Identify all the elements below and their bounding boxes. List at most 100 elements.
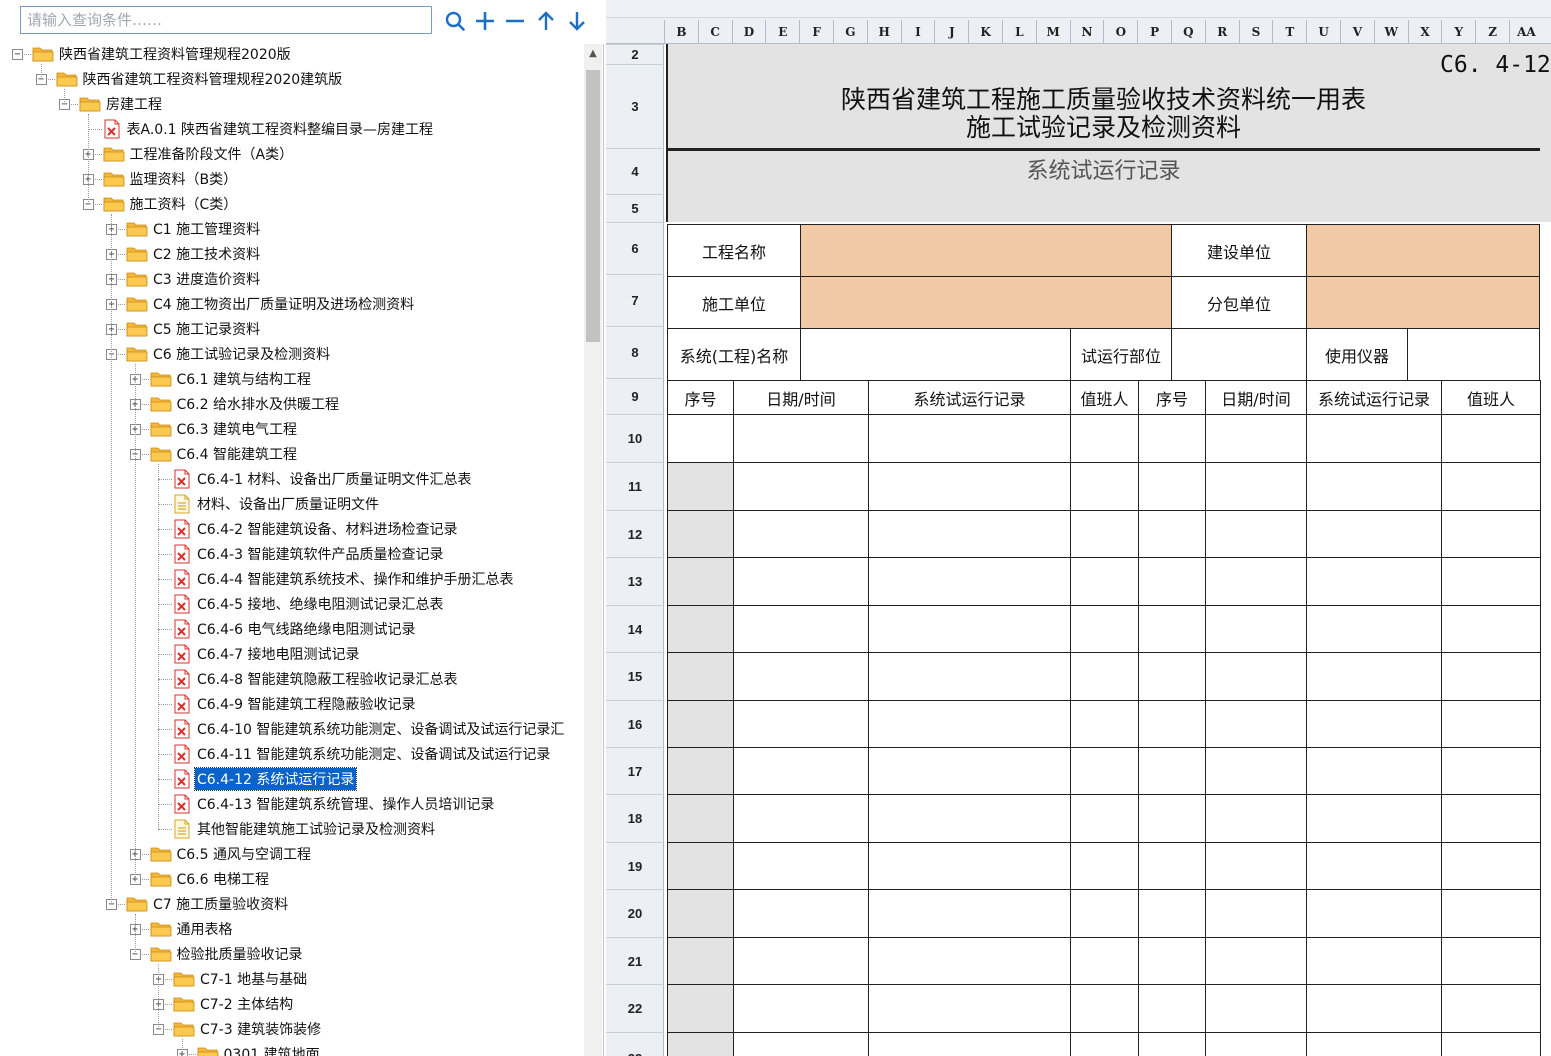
table-cell[interactable] <box>667 794 734 843</box>
column-header-cell[interactable]: Q <box>1171 20 1205 44</box>
column-header-cell[interactable]: T <box>1272 20 1306 44</box>
table-cell[interactable] <box>1070 462 1139 511</box>
column-header-cell[interactable]: G <box>833 20 867 44</box>
row-header-cell[interactable]: 20 <box>606 889 664 937</box>
tree-form-item[interactable]: C6.4-4 智能建筑系统技术、操作和维护手册汇总表 <box>173 567 515 591</box>
table-cell[interactable] <box>733 652 869 701</box>
table-cell[interactable] <box>1306 605 1442 653</box>
table-cell[interactable] <box>733 605 869 653</box>
row-header-cell[interactable]: 6 <box>606 222 664 274</box>
column-header-cell[interactable]: X <box>1407 20 1442 44</box>
table-cell[interactable] <box>868 794 1071 843</box>
table-cell[interactable] <box>1306 984 1442 1033</box>
construction-unit-field[interactable] <box>1306 224 1540 277</box>
table-cell[interactable] <box>1138 510 1206 558</box>
table-cell[interactable] <box>733 984 869 1033</box>
table-cell[interactable] <box>1205 842 1307 890</box>
table-cell[interactable] <box>868 984 1071 1033</box>
table-cell[interactable] <box>1070 747 1139 795</box>
table-cell[interactable] <box>1441 414 1541 463</box>
builder-field[interactable] <box>800 276 1172 329</box>
instrument-field[interactable] <box>1407 328 1540 381</box>
table-cell[interactable] <box>868 937 1071 985</box>
table-cell[interactable] <box>667 652 734 701</box>
table-cell[interactable] <box>1441 984 1541 1033</box>
table-cell[interactable] <box>1441 700 1541 748</box>
tree-folder-item[interactable]: + C4 施工物资出厂质量证明及进场检测资料 <box>106 292 416 316</box>
search-input[interactable] <box>20 6 432 34</box>
column-header-cell[interactable]: C <box>697 20 732 44</box>
table-cell[interactable] <box>868 747 1071 795</box>
table-cell[interactable] <box>667 557 734 606</box>
column-header-cell[interactable]: L <box>1002 20 1036 44</box>
table-cell[interactable] <box>1306 462 1442 511</box>
table-cell[interactable] <box>733 842 869 890</box>
minus-icon[interactable] <box>502 8 528 34</box>
table-cell[interactable] <box>667 842 734 890</box>
column-header-cell[interactable]: V <box>1340 20 1374 44</box>
table-cell[interactable] <box>667 937 734 985</box>
column-header-cell[interactable]: Z <box>1475 20 1509 44</box>
tree-folder-item[interactable]: + 监理资料（B类） <box>82 167 240 191</box>
table-cell[interactable] <box>1205 557 1307 606</box>
tree-folder-item[interactable]: − C7 施工质量验收资料 <box>106 892 290 916</box>
table-cell[interactable] <box>868 557 1071 606</box>
row-header-cell[interactable]: 9 <box>606 378 664 414</box>
tree-form-item[interactable]: 其他智能建筑施工试验记录及检测资料 <box>173 817 437 841</box>
table-cell[interactable] <box>733 462 869 511</box>
table-cell[interactable] <box>1441 794 1541 843</box>
table-cell[interactable] <box>1138 1032 1206 1056</box>
table-cell[interactable] <box>1138 889 1206 938</box>
row-header-cell[interactable]: 5 <box>606 194 664 222</box>
table-cell[interactable] <box>733 414 869 463</box>
table-cell[interactable] <box>667 747 734 795</box>
tree-form-item[interactable]: C6.4-12 系统试运行记录 <box>173 767 358 791</box>
row-header-cell[interactable]: 23 <box>606 1032 664 1056</box>
table-cell[interactable] <box>1138 652 1206 701</box>
tree-folder-item[interactable]: + C6.1 建筑与结构工程 <box>129 367 314 391</box>
row-header-cell[interactable]: 8 <box>606 326 664 378</box>
column-header-cell[interactable]: U <box>1306 20 1340 44</box>
tree-folder-item[interactable]: − 检验批质量验收记录 <box>129 942 305 966</box>
table-cell[interactable] <box>1306 937 1442 985</box>
column-header-cell[interactable]: Y <box>1441 20 1475 44</box>
table-cell[interactable] <box>1205 1032 1307 1056</box>
arrow-down-icon[interactable] <box>564 8 590 34</box>
tree-folder-item[interactable]: + C6.6 电梯工程 <box>129 867 272 891</box>
tree-folder-item[interactable]: + C1 施工管理资料 <box>106 217 262 241</box>
table-cell[interactable] <box>1306 1032 1442 1056</box>
project-name-field[interactable] <box>800 224 1172 277</box>
tree-folder-item[interactable]: + C2 施工技术资料 <box>106 242 262 266</box>
row-header-cell[interactable]: 16 <box>606 700 664 747</box>
table-cell[interactable] <box>1441 462 1541 511</box>
tree-form-item[interactable]: C6.4-1 材料、设备出厂质量证明文件汇总表 <box>173 467 473 491</box>
row-header-cell[interactable]: 15 <box>606 652 664 700</box>
table-cell[interactable] <box>1441 557 1541 606</box>
row-header-cell[interactable]: 19 <box>606 842 664 889</box>
collapse-icon[interactable]: − <box>12 49 23 60</box>
table-cell[interactable] <box>868 842 1071 890</box>
subcontractor-field[interactable] <box>1306 276 1540 329</box>
table-cell[interactable] <box>1138 984 1206 1033</box>
table-cell[interactable] <box>1070 510 1139 558</box>
table-cell[interactable] <box>1205 937 1307 985</box>
table-cell[interactable] <box>667 1032 734 1056</box>
tree-form-item[interactable]: C6.4-3 智能建筑软件产品质量检查记录 <box>173 542 445 566</box>
scroll-up-icon[interactable]: ▲ <box>584 44 602 62</box>
table-cell[interactable] <box>1205 462 1307 511</box>
table-cell[interactable] <box>1138 842 1206 890</box>
tree-folder-item[interactable]: − 陕西省建筑工程资料管理规程2020建筑版 <box>35 67 345 91</box>
tree-form-item[interactable]: C6.4-5 接地、绝缘电阻测试记录汇总表 <box>173 592 445 616</box>
table-cell[interactable] <box>1306 700 1442 748</box>
table-cell[interactable] <box>868 1032 1071 1056</box>
scroll-thumb[interactable] <box>586 70 600 342</box>
plus-icon[interactable] <box>472 8 498 34</box>
tree-folder-item[interactable]: + 工程准备阶段文件（A类） <box>82 142 296 166</box>
table-cell[interactable] <box>667 510 734 558</box>
column-header-cell[interactable]: I <box>900 20 935 44</box>
table-cell[interactable] <box>1441 510 1541 558</box>
tree-folder-item[interactable]: + C7-1 地基与基础 <box>153 967 309 991</box>
table-cell[interactable] <box>868 889 1071 938</box>
column-header-cell[interactable]: B <box>664 20 698 44</box>
table-cell[interactable] <box>733 700 869 748</box>
